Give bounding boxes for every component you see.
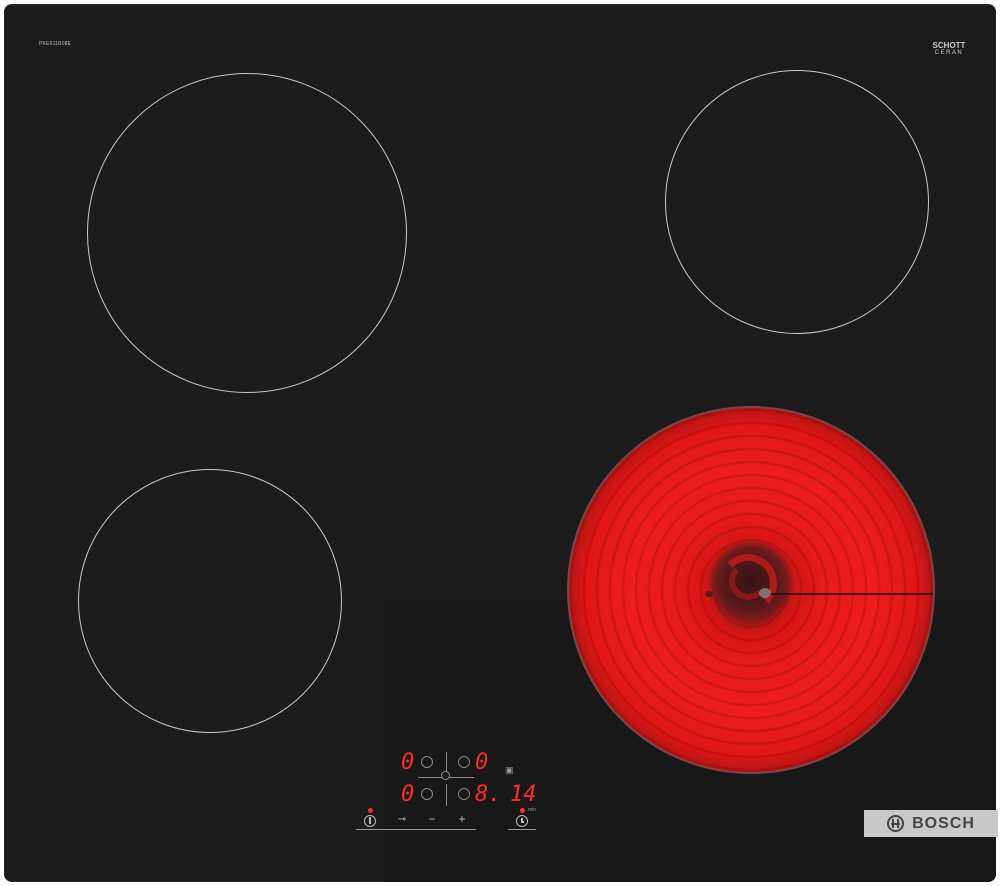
temperature-limiter-head [759, 588, 771, 598]
cooking-zone-front-left [78, 469, 342, 733]
zone-selector-front-left-icon[interactable] [421, 788, 433, 800]
center-selector-icon[interactable] [441, 771, 450, 780]
cooking-zone-front-right-active [567, 406, 935, 774]
timer-led [520, 808, 525, 813]
control-strip-line [356, 829, 476, 830]
brand-name: BOSCH [912, 814, 975, 832]
display-divider-bottom [446, 784, 447, 806]
zone-selector-rear-left-icon[interactable] [421, 756, 433, 768]
zone-display-rear-left: 0 [401, 750, 415, 775]
residual-heat-icon: ▣ [505, 765, 514, 775]
ceran-logo-line2: CERAN [934, 50, 964, 56]
zone-display-rear-right: 0 [475, 750, 489, 775]
timer-display: 14 [510, 782, 537, 807]
model-label: PKE611B08E [39, 41, 72, 47]
cooking-zone-rear-right [665, 70, 929, 334]
temperature-limiter-rod [765, 593, 933, 595]
timer-strip-line [508, 829, 536, 830]
ceran-logo: SCHOTT CERAN [924, 42, 974, 71]
bosch-armature-icon [887, 815, 905, 832]
zone-display-front-left: 0 [401, 782, 415, 807]
cooking-zone-rear-left [87, 73, 407, 393]
minus-button[interactable]: − [424, 812, 440, 826]
plus-button[interactable]: + [454, 812, 470, 826]
timer-icon[interactable] [516, 815, 528, 827]
ceran-logo-line1: SCHOTT [932, 41, 966, 50]
zone-selector-rear-right-icon[interactable] [458, 756, 470, 768]
zone-display-front-right: 8. [475, 782, 502, 807]
timer-unit-label: min [528, 807, 537, 813]
power-icon[interactable] [364, 815, 376, 827]
coil-terminal [705, 591, 713, 597]
key-lock-icon[interactable]: ⊸ [392, 813, 412, 827]
brand-plate: BOSCH [864, 810, 998, 837]
zone-selector-front-right-icon[interactable] [458, 788, 470, 800]
power-led [368, 808, 373, 813]
